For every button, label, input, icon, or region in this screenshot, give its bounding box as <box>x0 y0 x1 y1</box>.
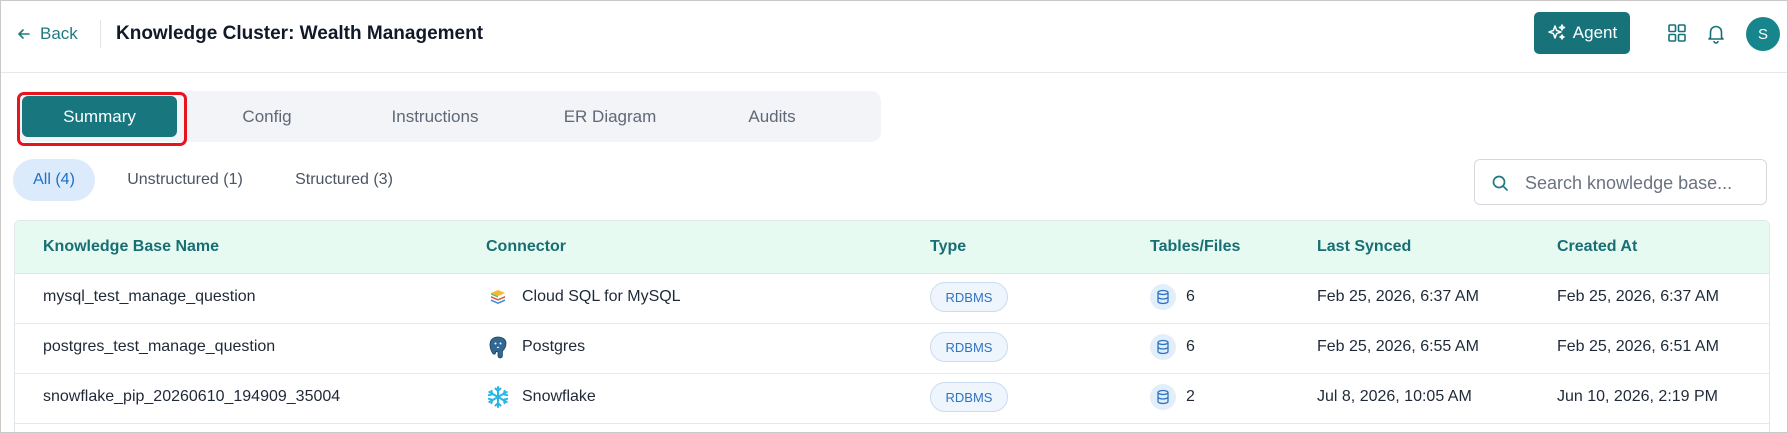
arrow-left-icon <box>18 29 30 39</box>
tables-count: 6 <box>1186 338 1195 355</box>
user-avatar[interactable]: S <box>1746 17 1780 51</box>
tab-instructions[interactable]: Instructions <box>367 91 503 142</box>
bell-icon[interactable] <box>1705 22 1727 44</box>
search-icon <box>1492 175 1508 191</box>
connector-name: Cloud SQL for MySQL <box>522 288 681 305</box>
database-icon <box>1150 284 1176 310</box>
database-icon <box>1150 334 1176 360</box>
connector-cell: Postgres <box>486 335 585 359</box>
search-box <box>1474 159 1767 205</box>
tab-config[interactable]: Config <box>205 91 329 142</box>
agent-button[interactable]: Agent <box>1534 12 1630 54</box>
connector-cell: Cloud SQL for MySQL <box>486 285 681 309</box>
postgres-icon <box>486 335 510 359</box>
back-button[interactable]: Back <box>16 22 78 46</box>
snowflake-icon <box>486 385 510 409</box>
col-connector: Connector <box>486 238 566 255</box>
tables-files-cell: 6 <box>1150 334 1195 360</box>
top-header: Back Knowledge Cluster: Wealth Managemen… <box>0 0 1788 73</box>
page-title: Knowledge Cluster: Wealth Management <box>116 23 484 44</box>
tab-bar: Summary Config Instructions ER Diagram A… <box>17 91 881 142</box>
tables-count: 2 <box>1186 388 1195 405</box>
created-at: Jun 10, 2026, 2:19 PM <box>1557 388 1718 405</box>
connector-cell: Snowflake <box>486 385 596 409</box>
sparkle-icon <box>1548 24 1566 40</box>
tab-er-diagram[interactable]: ER Diagram <box>540 91 680 142</box>
knowledge-base-table: Knowledge Base Name Connector Type Table… <box>14 220 1770 433</box>
kb-name[interactable]: mysql_test_manage_question <box>43 288 256 306</box>
type-badge: RDBMS <box>930 282 1008 312</box>
created-at: Feb 25, 2026, 6:37 AM <box>1557 288 1719 305</box>
col-created-at: Created At <box>1557 238 1638 255</box>
header-divider <box>100 20 101 48</box>
type-badge: RDBMS <box>930 382 1008 412</box>
connector-name: Postgres <box>522 338 586 355</box>
back-label: Back <box>40 24 78 43</box>
table-row[interactable]: mysql_test_manage_question Cloud SQL for… <box>15 273 1769 324</box>
connector-name: Snowflake <box>522 388 596 405</box>
type-badge: RDBMS <box>930 332 1008 362</box>
col-type: Type <box>930 238 967 255</box>
filter-unstructured[interactable]: Unstructured (1) <box>110 159 260 201</box>
table-header: Knowledge Base Name Connector Type Table… <box>15 221 1769 274</box>
last-synced: Feb 25, 2026, 6:55 AM <box>1317 338 1479 355</box>
kb-name[interactable]: postgres_test_manage_question <box>43 338 275 356</box>
tab-summary[interactable]: Summary <box>22 96 177 137</box>
cloud-sql-icon <box>486 285 510 309</box>
last-synced: Jul 8, 2026, 10:05 AM <box>1317 388 1472 405</box>
col-name: Knowledge Base Name <box>43 238 220 255</box>
tab-audits[interactable]: Audits <box>712 91 832 142</box>
table-row[interactable]: snowflake_pip_20260610_194909_35004 Snow… <box>15 373 1769 424</box>
table-row[interactable]: postgres_test_manage_question Postgres R… <box>15 323 1769 374</box>
col-tables-files: Tables/Files <box>1150 238 1241 255</box>
filter-all[interactable]: All (4) <box>13 159 95 201</box>
tables-files-cell: 6 <box>1150 284 1195 310</box>
col-last-synced: Last Synced <box>1317 238 1412 255</box>
created-at: Feb 25, 2026, 6:51 AM <box>1557 338 1719 355</box>
search-input[interactable] <box>1523 168 1757 198</box>
apps-grid-icon[interactable] <box>1666 22 1688 44</box>
kb-name[interactable]: snowflake_pip_20260610_194909_35004 <box>43 388 340 406</box>
filter-structured[interactable]: Structured (3) <box>280 159 408 201</box>
database-icon <box>1150 384 1176 410</box>
last-synced: Feb 25, 2026, 6:37 AM <box>1317 288 1479 305</box>
tables-files-cell: 2 <box>1150 384 1195 410</box>
tables-count: 6 <box>1186 288 1195 305</box>
agent-label: Agent <box>1572 23 1618 42</box>
